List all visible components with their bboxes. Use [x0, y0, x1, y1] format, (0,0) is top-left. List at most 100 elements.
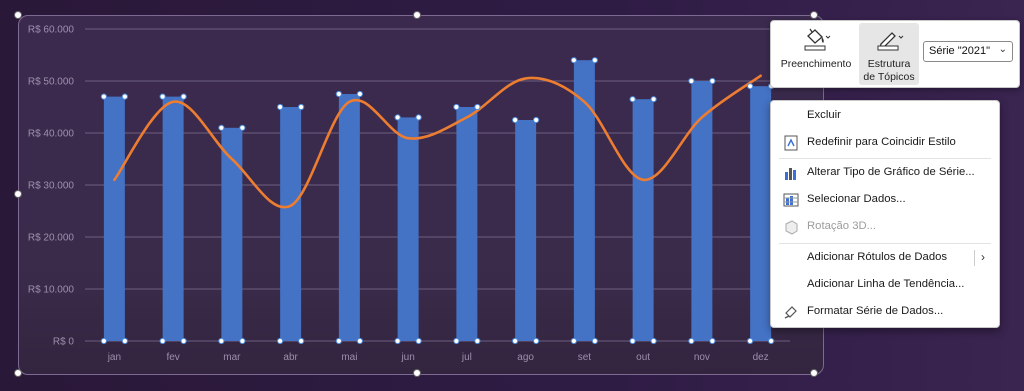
selection-marker [180, 93, 187, 100]
outline-button[interactable]: Estrutura de Tópicos [859, 23, 919, 85]
menu-item-delete[interactable]: Excluir [771, 104, 999, 128]
series-select-value: Série "2021" [929, 45, 991, 57]
selection-marker [591, 337, 598, 345]
menu-item-label: Adicionar Rótulos de Dados [807, 251, 948, 263]
format-series-icon [783, 304, 799, 320]
y-tick-label: R$ 30.000 [28, 181, 75, 192]
bar [162, 96, 184, 341]
change-chart-type-icon [783, 165, 799, 181]
selection-marker [650, 96, 657, 103]
selection-marker [218, 124, 225, 131]
series-line [113, 74, 762, 209]
selection-marker [159, 337, 166, 345]
x-tick-label: jul [461, 352, 472, 363]
resize-handle-top-left[interactable] [14, 11, 22, 19]
selection-marker [277, 337, 284, 345]
selection-marker [512, 116, 519, 124]
selection-marker [356, 90, 363, 98]
resize-handle-bottom-right[interactable] [810, 369, 818, 377]
context-menu: Excluir Redefinir para Coincidir Estilo … [770, 100, 1000, 328]
paint-bucket-icon [801, 27, 831, 56]
selection-marker [415, 114, 422, 121]
selection-marker [709, 337, 716, 345]
selection-marker [121, 93, 128, 100]
menu-item-label: Alterar Tipo de Gráfico de Série... [807, 166, 975, 178]
menu-item-label: Adicionar Linha de Tendência... [807, 278, 965, 290]
bar [750, 86, 772, 341]
y-tick-label: R$ 40.000 [28, 129, 75, 140]
selection-marker [335, 337, 342, 345]
selection-marker [180, 337, 187, 345]
x-tick-label: abr [283, 352, 298, 363]
selection-marker [159, 93, 166, 100]
selection-marker [533, 116, 540, 124]
selection-marker [453, 103, 460, 111]
chevron-right-icon: › [981, 250, 985, 264]
selection-marker [570, 337, 577, 345]
selection-marker [298, 103, 305, 111]
pen-outline-icon [874, 27, 904, 56]
selection-marker [474, 337, 481, 345]
x-tick-label: nov [694, 352, 710, 363]
selection-marker [100, 337, 107, 345]
bar [456, 107, 478, 341]
series-select[interactable]: Série "2021" ⌄ [923, 41, 1013, 62]
selection-marker [394, 114, 401, 121]
menu-item-change-chart-type[interactable]: Alterar Tipo de Gráfico de Série... [771, 161, 999, 185]
selection-marker [239, 124, 246, 131]
resize-handle-bottom-left[interactable] [14, 369, 22, 377]
menu-item-add-data-labels[interactable]: Adicionar Rótulos de Dados › [771, 246, 999, 270]
selection-marker [335, 90, 342, 98]
selection-marker [100, 93, 107, 100]
outline-label-line2: de Tópicos [863, 71, 915, 83]
x-tick-label: mar [223, 352, 241, 363]
selection-marker [239, 337, 246, 345]
menu-item-format-series[interactable]: Formatar Série de Dados... [771, 300, 999, 324]
selection-marker [747, 83, 754, 90]
x-tick-label: dez [753, 352, 769, 363]
selection-marker [688, 77, 695, 85]
selection-marker [277, 103, 284, 111]
x-tick-label: mai [341, 352, 357, 363]
menu-item-label: Redefinir para Coincidir Estilo [807, 136, 956, 148]
menu-separator [779, 243, 991, 244]
y-tick-label: R$ 10.000 [28, 285, 75, 296]
bar [515, 120, 537, 341]
resize-handle-top[interactable] [413, 11, 421, 19]
x-tick-label: ago [517, 352, 534, 363]
fill-button[interactable]: Preenchimento [775, 23, 857, 85]
menu-item-rotation-3d: Rotação 3D... [771, 215, 999, 239]
selection-marker [591, 57, 598, 64]
bar [103, 96, 125, 341]
menu-item-label: Selecionar Dados... [807, 193, 906, 205]
menu-separator [779, 158, 991, 159]
menu-item-select-data[interactable]: Selecionar Dados... [771, 188, 999, 212]
x-tick-label: jun [400, 352, 414, 363]
x-tick-label: set [578, 352, 592, 363]
x-tick-label: fev [166, 352, 179, 363]
selection-marker [768, 337, 775, 345]
menu-item-label: Rotação 3D... [807, 220, 877, 232]
selection-marker [453, 337, 460, 345]
rotation-3d-icon [783, 219, 799, 235]
selection-marker [121, 337, 128, 345]
selection-marker [629, 96, 636, 103]
selection-marker [570, 57, 577, 64]
y-tick-label: R$ 60.000 [28, 25, 75, 36]
selection-marker [650, 337, 657, 345]
bar [691, 81, 713, 341]
selection-marker [533, 337, 540, 345]
fill-label: Preenchimento [780, 58, 852, 70]
y-tick-label: R$ 0 [53, 337, 75, 348]
resize-handle-top-right[interactable] [810, 11, 818, 19]
selection-marker [709, 77, 716, 85]
outline-label-line1: Estrutura [867, 58, 911, 70]
selection-marker [474, 103, 481, 111]
menu-item-add-trendline[interactable]: Adicionar Linha de Tendência... [771, 273, 999, 297]
format-mini-toolbar: Preenchimento Estrutura de Tópicos Série… [770, 20, 1020, 88]
resize-handle-bottom[interactable] [413, 369, 421, 377]
selection-marker [688, 337, 695, 345]
resize-handle-left[interactable] [14, 190, 22, 198]
menu-item-reset-style[interactable]: Redefinir para Coincidir Estilo [771, 131, 999, 155]
selection-marker [218, 337, 225, 345]
